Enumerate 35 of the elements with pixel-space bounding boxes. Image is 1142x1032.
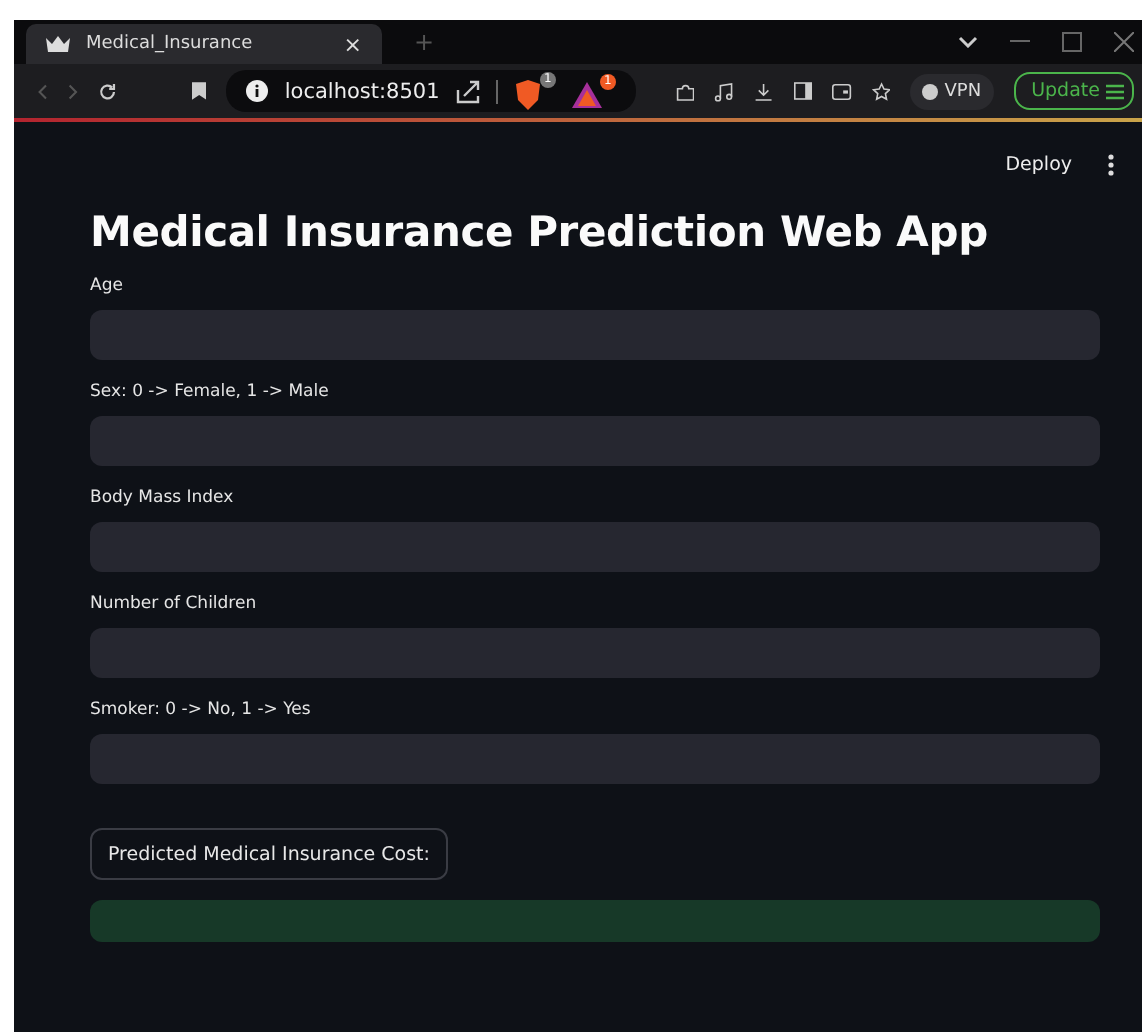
vpn-button[interactable]: VPN (910, 73, 994, 109)
info-icon (246, 80, 269, 102)
input-field[interactable] (90, 310, 1100, 360)
more-options-icon[interactable] (1108, 154, 1114, 176)
reload-icon[interactable] (97, 79, 117, 103)
share-icon[interactable] (455, 79, 480, 103)
crown-icon (46, 36, 70, 52)
field-label: Smoker: 0 -> No, 1 -> Yes (90, 700, 313, 720)
close-icon[interactable] (1114, 32, 1134, 52)
bookmark-icon[interactable] (192, 80, 207, 102)
field-label: Body Mass Index (90, 488, 236, 508)
deploy-button[interactable]: Deploy (1001, 150, 1076, 180)
sidebar-icon[interactable] (793, 80, 813, 102)
maximize-icon[interactable] (1062, 32, 1082, 52)
input-field[interactable] (90, 416, 1100, 466)
minimize-icon[interactable] (1010, 40, 1030, 44)
music-icon[interactable] (714, 79, 734, 103)
predict-button[interactable]: Predicted Medical Insurance Cost: (90, 828, 448, 880)
star-icon[interactable] (871, 79, 891, 103)
wallet-icon[interactable] (832, 81, 852, 101)
input-field[interactable] (90, 628, 1100, 678)
input-field[interactable] (90, 522, 1100, 572)
download-icon[interactable] (753, 79, 773, 103)
field-label: Number of Children (90, 594, 259, 614)
field-label: Age (90, 276, 125, 296)
app-title: Medical Insurance Prediction Web App (90, 208, 990, 256)
tab-title: Medical_Insurance (86, 34, 255, 54)
input-field[interactable] (90, 734, 1100, 784)
menu-icon (1105, 83, 1124, 99)
chevron-down-icon[interactable] (958, 36, 978, 48)
close-icon[interactable]: × (343, 31, 362, 57)
field-label: Sex: 0 -> Female, 1 -> Male (90, 382, 331, 402)
dot-icon (922, 83, 939, 99)
browser-tab[interactable]: Medical_Insurance × (26, 24, 382, 64)
update-button[interactable]: Update (1013, 72, 1134, 110)
